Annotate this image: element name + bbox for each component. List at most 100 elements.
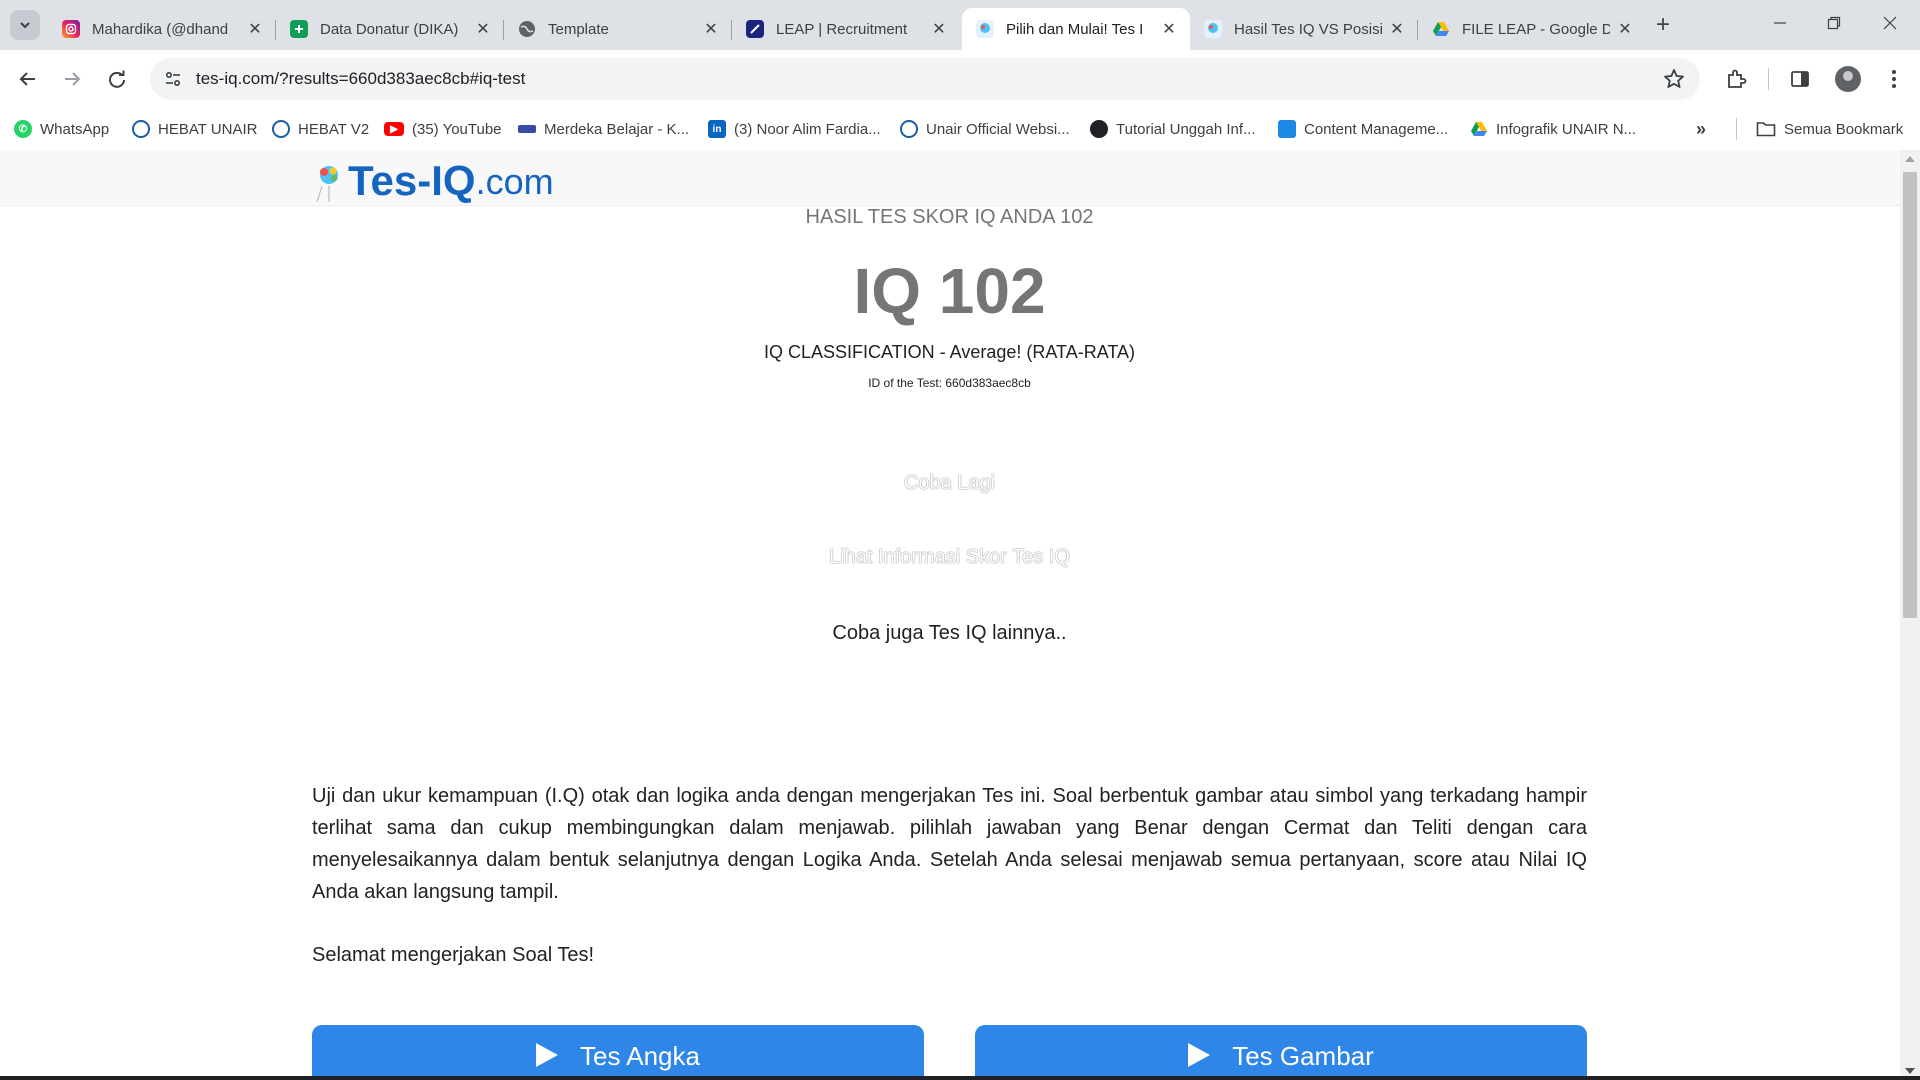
more-bookmarks-button[interactable]: » [1696,117,1706,141]
logo-domain-text: .com [475,161,554,202]
iq-score: IQ 102 [853,255,1046,327]
chevron-down-icon [20,22,30,29]
tab-instagram[interactable]: Mahardika (@dhand ✕ [48,8,276,50]
globe-icon [518,20,536,38]
side-panel-icon[interactable] [1786,65,1814,93]
cms-icon [1278,120,1296,138]
extensions-icon[interactable] [1722,65,1750,93]
logo-main-text: Tes-IQ [348,157,476,204]
close-icon[interactable]: ✕ [474,20,492,38]
play-icon [1188,1043,1211,1067]
site-header: Tes-IQ .com [0,150,1900,206]
instagram-icon [62,20,80,38]
test-id: ID of the Test: 660d383aec8cb [868,376,1031,390]
test-description: Uji dan ukur kemampuan (I.Q) otak dan lo… [312,785,1587,903]
other-tests-link[interactable]: Coba juga Tes IQ lainnya.. [312,622,1587,645]
page-viewport: Tes-IQ .com HASIL TES SKOR IQ ANDA 102 I… [0,150,1900,1080]
score-info-button[interactable]: Lihat Informasi Skor Tes IQ [312,546,1587,569]
youtube-icon: ▶ [384,122,404,136]
bookmarks-bar: ✆ WhatsApp HEBAT UNAIR HEBAT V2 ▶ (35) Y… [0,108,1920,150]
unair-icon [272,120,290,138]
url-text[interactable]: tes-iq.com/?results=660d383aec8cb#iq-tes… [196,69,525,89]
tab-title: Template [548,20,609,38]
close-icon[interactable]: ✕ [246,20,264,38]
bookmark-merdeka-belajar[interactable]: Merdeka Belajar - K... [518,117,689,141]
tab-title: Mahardika (@dhand [92,20,229,38]
new-tab-button[interactable]: + [1648,10,1678,40]
profile-avatar[interactable] [1834,65,1862,93]
scrollbar-thumb[interactable] [1903,172,1917,618]
reload-icon [109,70,125,88]
bookmark-whatsapp[interactable]: ✆ WhatsApp [14,117,109,141]
linkedin-icon: in [708,120,726,138]
double-chevron-right-icon: » [1696,118,1707,139]
google-sheets-icon [290,20,308,38]
tab-title: Hasil Tes IQ VS Posisi [1234,20,1382,38]
close-icon[interactable]: ✕ [1388,20,1406,38]
folder-icon [1756,122,1776,137]
tab-title: Pilih dan Mulai! Tes I [1006,20,1144,38]
bookmark-tutorial-unggah[interactable]: Tutorial Unggah Inf... [1090,117,1256,141]
tes-gambar-button[interactable]: Tes Gambar [975,1025,1587,1080]
restore-icon [1827,16,1841,30]
restore-button[interactable] [1804,0,1864,46]
unair-icon [900,120,918,138]
arrow-left-icon [19,72,35,86]
bookmark-linkedin[interactable]: in (3) Noor Alim Fardia... [708,117,881,141]
tab-title: FILE LEAP - Google D [1462,20,1610,38]
site-logo[interactable]: Tes-IQ .com [312,154,554,204]
tab-template[interactable]: Template ✕ [504,8,732,50]
bookmark-content-management[interactable]: Content Manageme... [1278,117,1448,141]
minimize-icon [1774,22,1786,24]
play-icon [536,1043,558,1067]
brain-logo-icon [316,166,338,203]
tab-leap[interactable]: LEAP | Recruitment ✕ [732,8,960,50]
close-icon[interactable]: ✕ [702,20,720,38]
avatar-icon [1835,66,1861,92]
reload-button[interactable] [101,63,133,95]
tab-strip: Mahardika (@dhand ✕ Data Donatur (DIKA) … [0,0,1920,50]
bookmark-hebat-v2[interactable]: HEBAT V2 [272,117,369,141]
close-icon[interactable]: ✕ [1616,20,1634,38]
tab-hasil-tes-iq[interactable]: Hasil Tes IQ VS Posisi ✕ [1190,8,1418,50]
result-subtitle: HASIL TES SKOR IQ ANDA 102 [805,206,1094,228]
close-icon[interactable]: ✕ [930,20,948,38]
tab-title: LEAP | Recruitment [776,20,908,38]
unair-icon [132,120,150,138]
tes-iq-icon [976,20,994,38]
menu-icon[interactable] [1880,65,1908,93]
tab-pilih-dan-mulai[interactable]: Pilih dan Mulai! Tes I ✕ [962,8,1190,50]
scroll-down-icon[interactable] [1905,1068,1915,1074]
leap-icon [746,20,764,38]
scroll-up-icon[interactable] [1905,156,1915,162]
tes-angka-button[interactable]: Tes Angka [312,1025,924,1080]
tab-title: Data Donatur (DIKA) [320,20,459,38]
all-bookmarks-folder[interactable]: Semua Bookmark [1756,117,1903,141]
site-info-icon[interactable] [160,66,186,92]
bookmark-star-icon[interactable] [1662,67,1686,91]
back-button[interactable] [12,63,44,95]
greeting-text: Selamat mengerjakan Soal Tes! [312,944,595,966]
close-icon [1883,16,1897,30]
minimize-button[interactable] [1750,0,1810,46]
tab-file-leap[interactable]: FILE LEAP - Google D ✕ [1418,8,1646,50]
forward-button[interactable] [56,63,88,95]
tab-search-button[interactable] [10,10,40,40]
bookmark-hebat-unair[interactable]: HEBAT UNAIR [132,117,257,141]
bookmark-unair-official[interactable]: Unair Official Websi... [900,117,1070,141]
tes-iq-icon [1204,20,1222,38]
globe-dark-icon [1090,120,1108,138]
bookmark-infografik-unair[interactable]: Infografik UNAIR N... [1470,117,1636,141]
tab-data-donatur[interactable]: Data Donatur (DIKA) ✕ [276,8,504,50]
bookmark-youtube[interactable]: ▶ (35) YouTube [384,117,502,141]
google-drive-icon [1432,20,1450,38]
retry-button[interactable]: Coba Lagi [312,472,1587,495]
google-drive-icon [1470,120,1488,138]
close-window-button[interactable] [1860,0,1920,46]
page-scrollbar[interactable] [1900,150,1920,1080]
merdeka-belajar-icon [518,125,536,133]
address-bar[interactable]: tes-iq.com/?results=660d383aec8cb#iq-tes… [150,58,1700,100]
browser-toolbar: tes-iq.com/?results=660d383aec8cb#iq-tes… [0,50,1920,108]
whatsapp-icon: ✆ [14,120,32,138]
close-icon[interactable]: ✕ [1160,20,1178,38]
